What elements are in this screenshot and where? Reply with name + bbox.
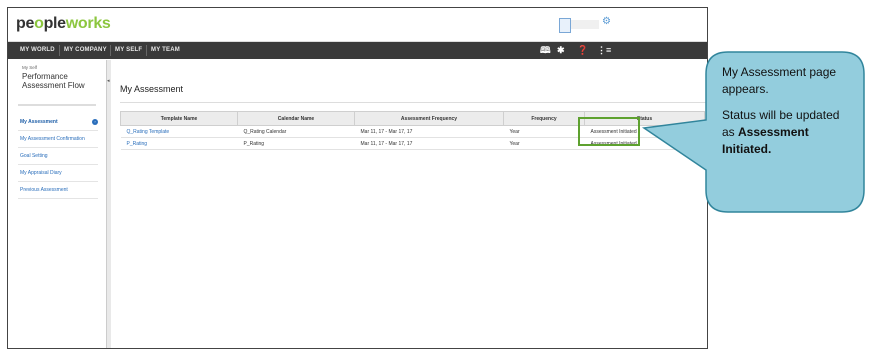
callout-text: My Assessment page appears. Status will … xyxy=(722,64,850,167)
callout-line-2: Status will be updated as Assessment Ini… xyxy=(722,108,840,156)
callout-bubble xyxy=(641,51,865,213)
callout-line-1: My Assessment page appears. xyxy=(722,65,837,96)
